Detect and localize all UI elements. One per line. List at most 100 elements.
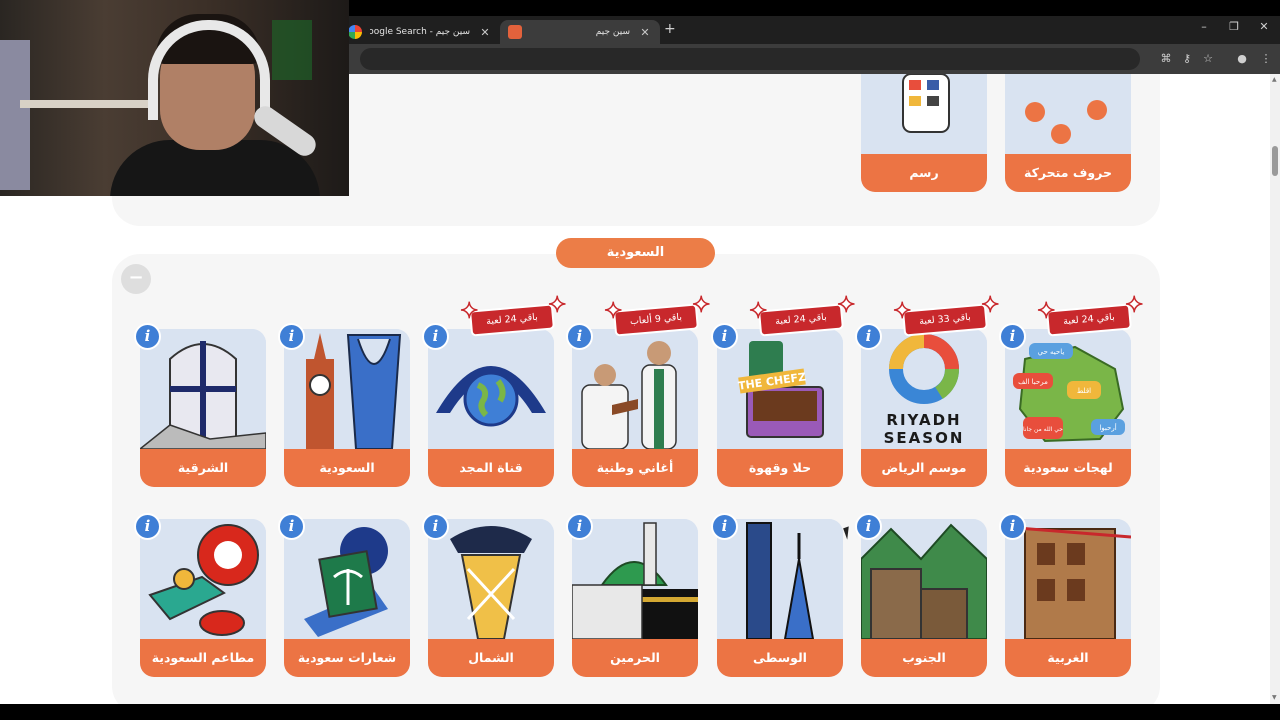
globe-icon xyxy=(428,329,554,449)
sparkle-icon: ✦ xyxy=(459,299,479,324)
info-button[interactable]: i xyxy=(855,513,882,540)
sparkle-icon: ✦ xyxy=(892,299,912,324)
palette-icon xyxy=(861,74,987,154)
scroll-down-icon[interactable]: ▼ xyxy=(1272,694,1278,701)
map-icon: ياحيه حي مرحبا الف اقلط أرحبوا حي الله م… xyxy=(1005,329,1131,449)
map-bubble-text: ياحيه حي xyxy=(1038,348,1065,356)
category-card-eastern[interactable]: الشرقية i xyxy=(134,323,266,487)
info-button[interactable]: i xyxy=(711,323,738,350)
info-button[interactable]: i xyxy=(566,513,593,540)
webcam-monitor xyxy=(0,40,30,190)
remaining-badge: باقي 24 لعبة ✦ ✦ xyxy=(1036,294,1144,335)
info-button[interactable]: i xyxy=(278,513,305,540)
skyscraper-icon xyxy=(717,519,843,639)
game-icon xyxy=(508,25,522,39)
card-label: حروف متحركة xyxy=(1005,154,1131,192)
page-scrollbar[interactable]: ▲ ▼ xyxy=(1270,74,1280,704)
info-button[interactable]: i xyxy=(134,513,161,540)
food-icon xyxy=(140,519,266,639)
info-button[interactable]: i xyxy=(278,323,305,350)
tab-title: سين جيم xyxy=(595,27,630,37)
info-button[interactable]: i xyxy=(999,513,1026,540)
tower2-icon xyxy=(428,519,554,639)
info-button[interactable]: i xyxy=(422,513,449,540)
category-card-national-songs[interactable]: أغاني وطنية i باقي 9 ألعاب ✦ ✦ xyxy=(566,294,711,487)
category-card-sweets-coffee[interactable]: THE CHEFZ حلا وقهوة i باقي 24 لعبة ✦ ✦ xyxy=(711,294,856,487)
category-card-almajd-channel[interactable]: قناة المجد i باقي 24 لعبة ✦ ✦ xyxy=(422,294,567,487)
key-icon[interactable]: ⚷ xyxy=(1179,51,1195,67)
info-button[interactable]: i xyxy=(134,323,161,350)
card-label: الوسطى xyxy=(717,639,843,677)
palm-emblem-icon xyxy=(284,519,410,639)
tab-title: سين جيم - Google Search xyxy=(370,27,470,37)
sparkle-icon: ✦ xyxy=(1036,299,1056,324)
building-icon xyxy=(140,329,266,449)
badge-text: باقي 9 ألعاب xyxy=(615,305,697,335)
card-label: مطاعم السعودية xyxy=(140,639,266,677)
collapse-button[interactable]: − xyxy=(121,264,151,294)
card-label: رسم xyxy=(861,154,987,192)
close-icon[interactable]: ✕ xyxy=(638,26,652,39)
scroll-up-icon[interactable]: ▲ xyxy=(1272,76,1278,83)
card-label: موسم الرياض xyxy=(861,449,987,487)
category-card-western[interactable]: الغربية i xyxy=(999,513,1131,677)
google-icon xyxy=(348,25,362,39)
restore-button[interactable]: ❐ xyxy=(1224,20,1244,33)
remaining-badge: باقي 24 لعبة ✦ ✦ xyxy=(748,294,856,335)
card-label: شعارات سعودية xyxy=(284,639,410,677)
card-label: لهجات سعودية xyxy=(1005,449,1131,487)
minimize-button[interactable]: – xyxy=(1194,20,1214,33)
category-card-letters[interactable]: حروف متحركة xyxy=(1005,74,1131,192)
new-tab-button[interactable]: + xyxy=(664,21,676,37)
mountain-icon xyxy=(861,519,987,639)
riyadh-season-logo: RIYADH SEASON xyxy=(861,329,987,449)
category-card-saudi-emblems[interactable]: شعارات سعودية i xyxy=(278,513,410,677)
section-title: السعودية xyxy=(556,238,715,268)
screen-bottom-bar xyxy=(0,704,1280,720)
info-button[interactable]: i xyxy=(855,323,882,350)
category-card-north[interactable]: الشمال i xyxy=(422,513,554,677)
sparkle-icon: ✦ xyxy=(836,293,856,318)
translate-icon[interactable]: ⌘ xyxy=(1158,51,1174,67)
webcam-shelf xyxy=(20,100,150,108)
menu-icon[interactable]: ⋮ xyxy=(1258,51,1274,67)
card-label: الجنوب xyxy=(861,639,987,677)
card-label: الشمال xyxy=(428,639,554,677)
badge-text: باقي 24 لعبة xyxy=(1048,305,1130,335)
svg-text:SEASON: SEASON xyxy=(884,429,965,447)
category-card-central[interactable]: الوسطى i xyxy=(711,513,843,677)
tab-game[interactable]: سين جيم ✕ xyxy=(500,20,660,44)
category-card-south[interactable]: الجنوب i xyxy=(855,513,987,677)
close-icon[interactable]: ✕ xyxy=(478,26,492,39)
category-card-saudi[interactable]: السعودية i xyxy=(278,323,410,487)
map-bubble-text: حي الله من جانا xyxy=(1023,426,1063,433)
category-card-riyadh-season[interactable]: RIYADH SEASON موسم الرياض i باقي 33 لعبة… xyxy=(855,294,1000,487)
remaining-badge: باقي 24 لعبة ✦ ✦ xyxy=(459,294,567,335)
address-bar[interactable] xyxy=(360,48,1140,70)
mosque-icon xyxy=(572,519,698,639)
info-button[interactable]: i xyxy=(422,323,449,350)
badge-text: باقي 24 لعبة xyxy=(760,305,842,335)
close-window-button[interactable]: ✕ xyxy=(1254,20,1274,33)
category-card-saudi-dialects[interactable]: ياحيه حي مرحبا الف اقلط أرحبوا حي الله م… xyxy=(999,294,1144,487)
remaining-badge: باقي 33 لعبة ✦ ✦ xyxy=(892,294,1000,335)
map-bubble-text: أرحبوا xyxy=(1099,423,1116,432)
star-icon[interactable]: ☆ xyxy=(1200,51,1216,67)
sparkle-icon: ✦ xyxy=(603,299,623,324)
extension-icon[interactable]: ● xyxy=(1234,51,1250,67)
category-card-two-holy-mosques[interactable]: الحرمين i xyxy=(566,513,698,677)
webcam-overlay xyxy=(0,0,349,196)
card-label: السعودية xyxy=(284,449,410,487)
scroll-thumb[interactable] xyxy=(1272,146,1278,176)
card-label: قناة المجد xyxy=(428,449,554,487)
category-card-drawing[interactable]: رسم xyxy=(861,74,987,192)
category-card-saudi-restaurants[interactable]: مطاعم السعودية i xyxy=(134,513,266,677)
letters-icon xyxy=(1005,74,1131,154)
info-button[interactable]: i xyxy=(566,323,593,350)
sparkle-icon: ✦ xyxy=(547,293,567,318)
info-button[interactable]: i xyxy=(999,323,1026,350)
card-label: الحرمين xyxy=(572,639,698,677)
tab-google-search[interactable]: سين جيم - Google Search ✕ xyxy=(340,20,500,44)
info-button[interactable]: i xyxy=(711,513,738,540)
house-icon xyxy=(1005,519,1131,639)
